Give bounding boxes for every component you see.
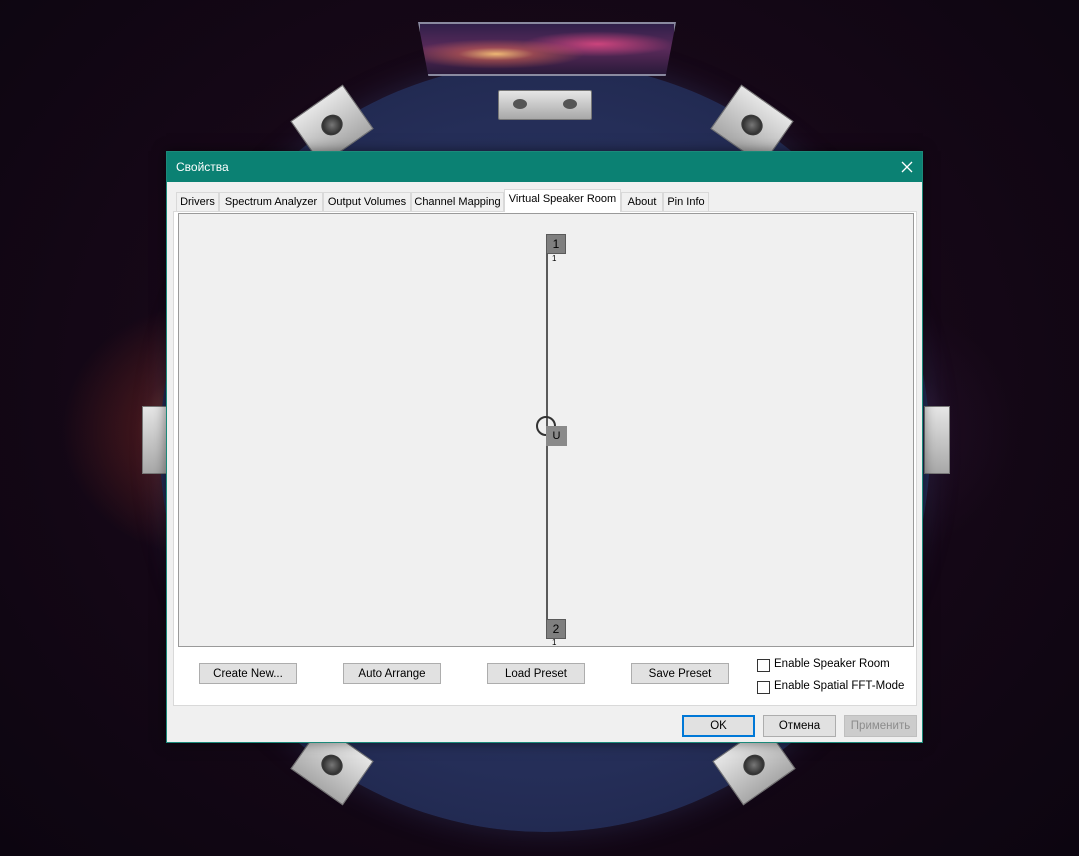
enable-speaker-room-label: Enable Speaker Room <box>774 658 890 670</box>
tab-channel-mapping[interactable]: Channel Mapping <box>411 192 504 211</box>
listener-node[interactable]: U <box>546 426 567 446</box>
auto-arrange-button[interactable]: Auto Arrange <box>343 663 441 684</box>
speaker-node-2[interactable]: 2 <box>546 619 566 639</box>
apply-button[interactable]: Применить <box>844 715 917 737</box>
tab-output-volumes[interactable]: Output Volumes <box>323 192 411 211</box>
speaker-node-1[interactable]: 1 <box>546 234 566 254</box>
dialog-title: Свойства <box>176 160 229 174</box>
checkbox-box[interactable] <box>757 659 770 672</box>
close-button[interactable] <box>892 152 922 182</box>
background-side-left-speaker <box>142 406 168 474</box>
ok-button[interactable]: OK <box>682 715 755 737</box>
tab-about[interactable]: About <box>621 192 663 211</box>
create-new-button[interactable]: Create New... <box>199 663 297 684</box>
tab-panel: 1 1 U 2 1 Create New... Auto Arrange Loa… <box>173 211 917 706</box>
speaker-node-2-channel: 1 <box>552 638 557 647</box>
close-icon <box>901 161 913 173</box>
cancel-button[interactable]: Отмена <box>763 715 836 737</box>
enable-spatial-fft-label: Enable Spatial FFT-Mode <box>774 680 905 692</box>
tab-virtual-speaker-room[interactable]: Virtual Speaker Room <box>504 189 621 212</box>
save-preset-button[interactable]: Save Preset <box>631 663 729 684</box>
tab-spectrum-analyzer[interactable]: Spectrum Analyzer <box>219 192 323 211</box>
speaker-room-canvas[interactable]: 1 1 U 2 1 <box>178 213 914 647</box>
tab-drivers[interactable]: Drivers <box>176 192 219 211</box>
enable-speaker-room-checkbox[interactable]: Enable Speaker Room <box>757 658 907 672</box>
enable-spatial-fft-checkbox[interactable]: Enable Spatial FFT-Mode <box>757 680 907 694</box>
properties-dialog: Свойства Drivers Spectrum Analyzer Outpu… <box>166 151 923 743</box>
load-preset-button[interactable]: Load Preset <box>487 663 585 684</box>
background-side-right-speaker <box>924 406 950 474</box>
checkbox-box[interactable] <box>757 681 770 694</box>
background-center-speaker <box>498 90 592 120</box>
speaker-node-1-channel: 1 <box>552 254 557 263</box>
dialog-titlebar[interactable]: Свойства <box>167 152 922 182</box>
background-tv-screen <box>418 22 676 76</box>
tab-pin-info[interactable]: Pin Info <box>663 192 709 211</box>
